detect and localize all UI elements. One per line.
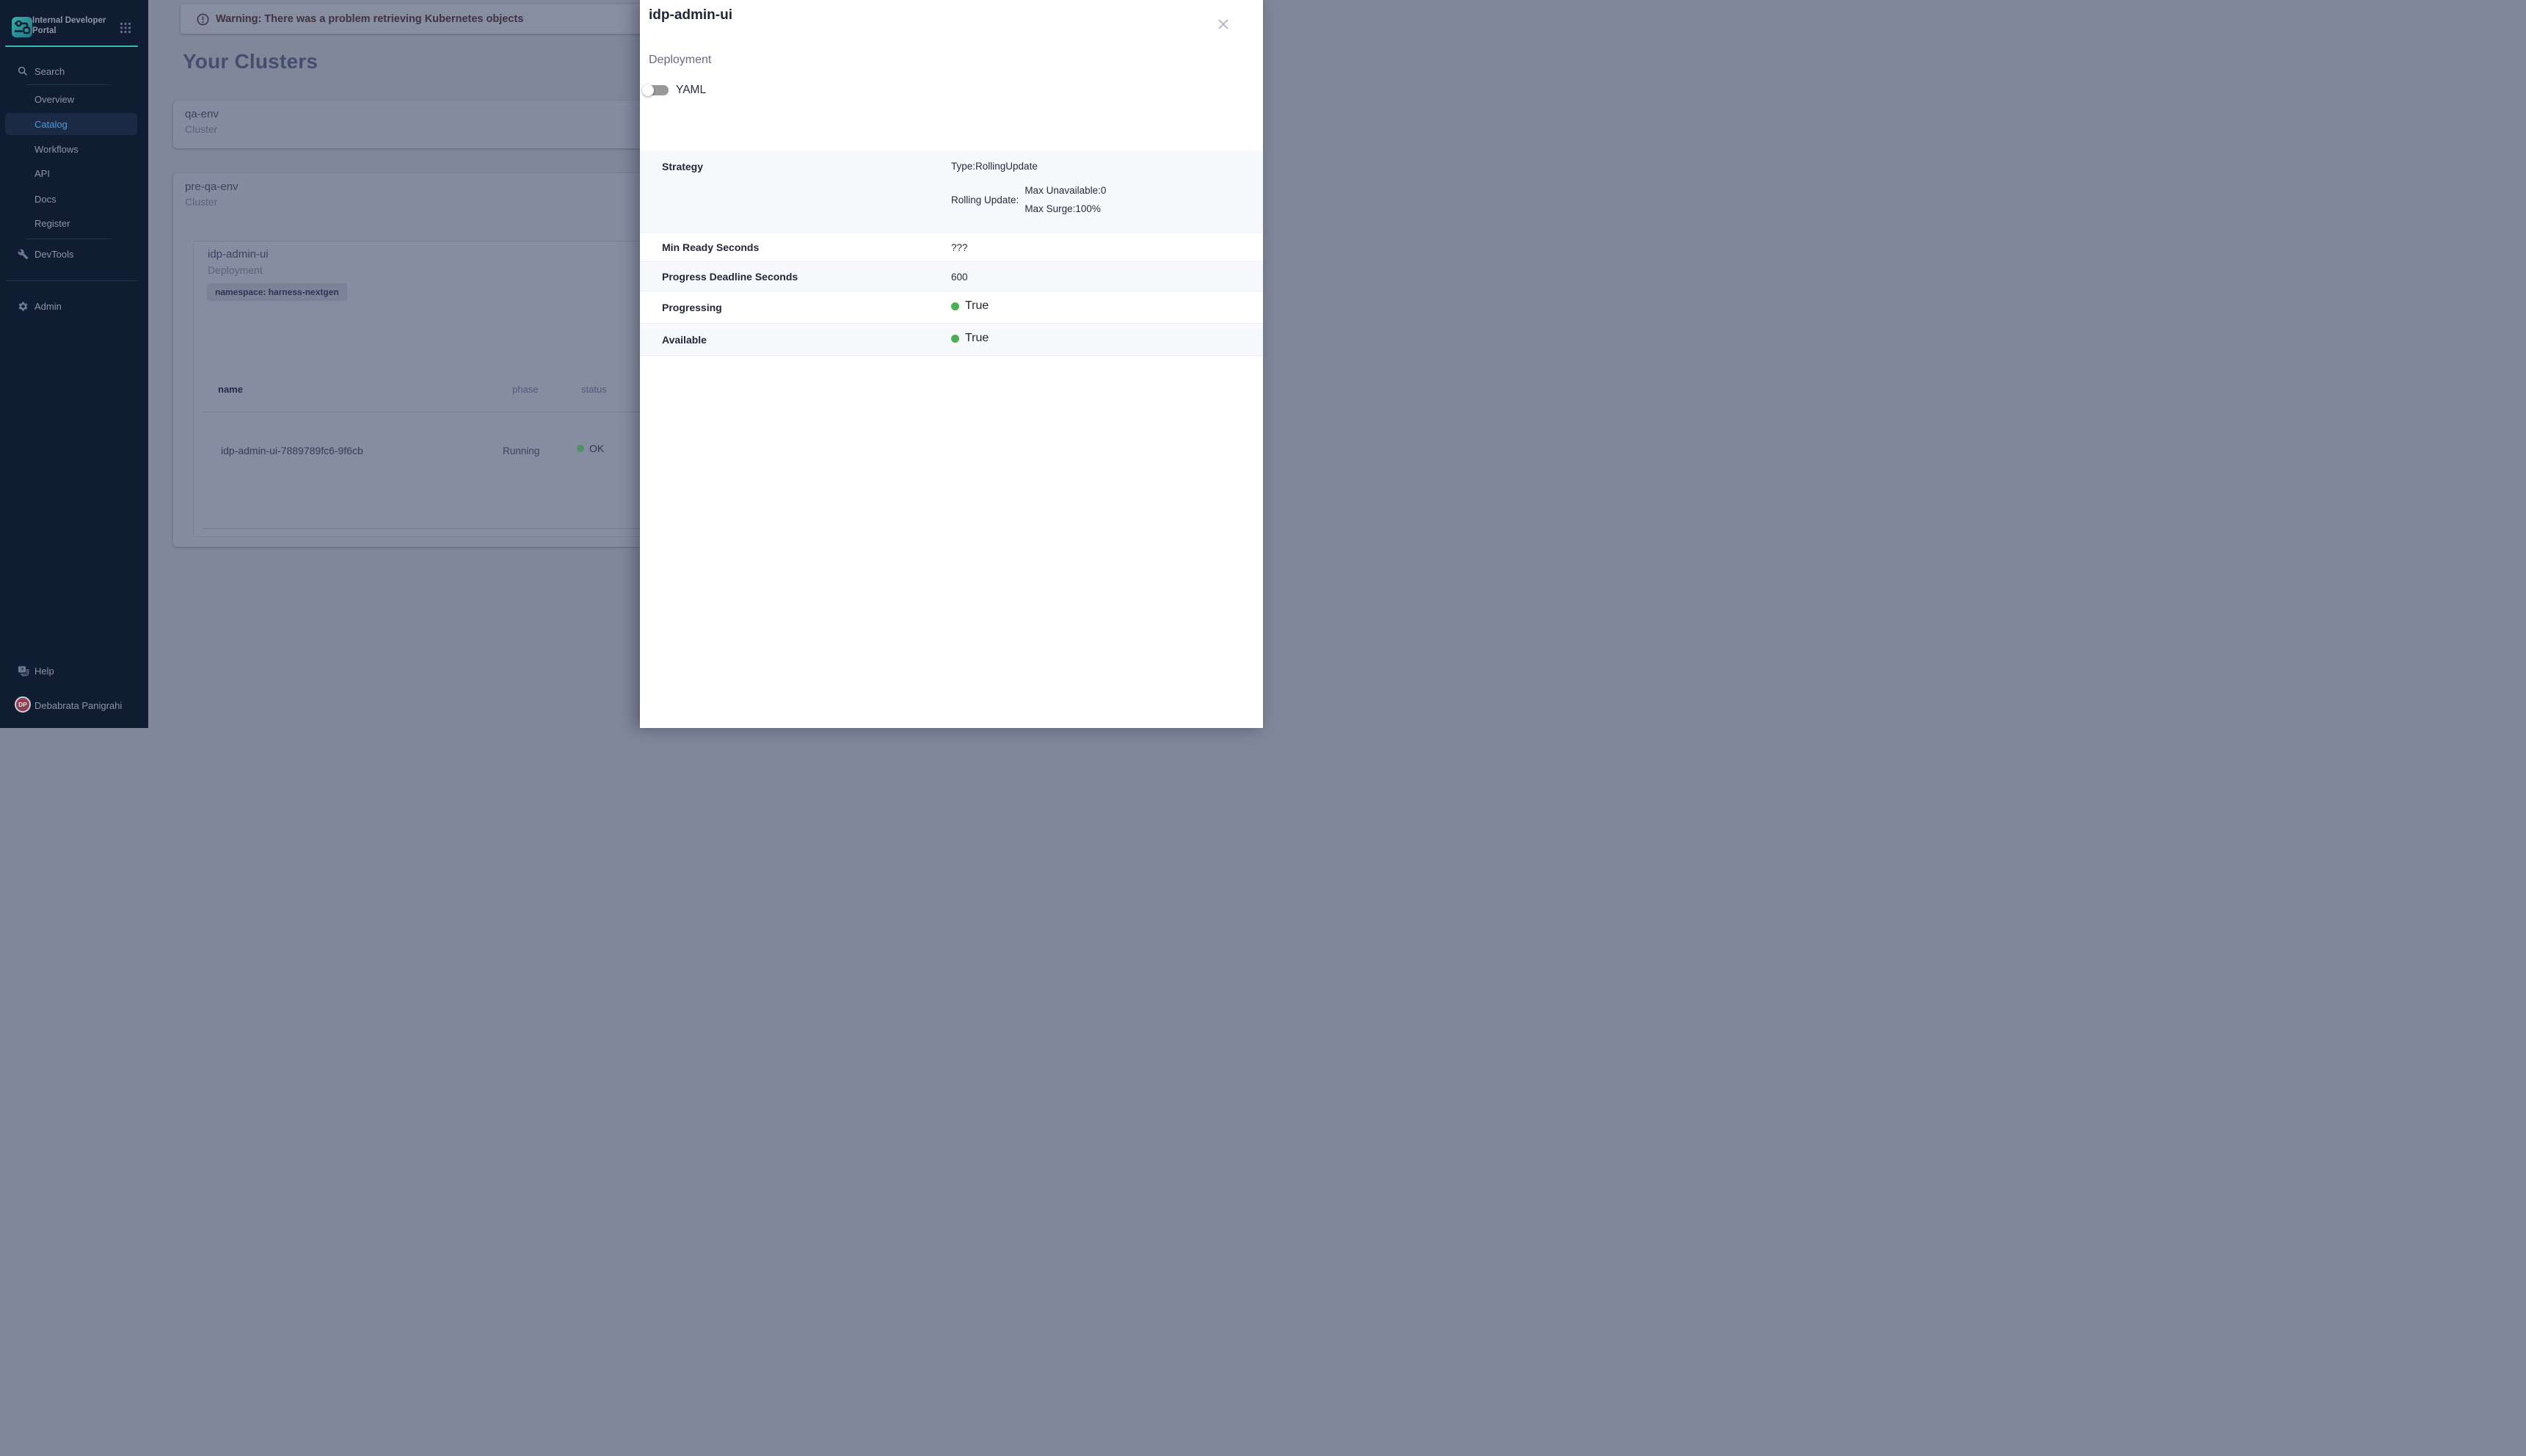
sidebar-divider (26, 84, 111, 85)
detail-value: True (951, 299, 989, 313)
sidebar: Internal Developer Portal Search Overvie… (0, 0, 148, 728)
detail-row-progressing: Progressing True (640, 291, 1263, 324)
brand-title: Internal Developer Portal (32, 15, 113, 36)
drawer-subtitle: Deployment (649, 54, 711, 67)
sidebar-item-label: Admin (34, 301, 62, 312)
workload-name: idp-admin-ui (208, 248, 269, 261)
page-title: Your Clusters (183, 50, 318, 73)
sidebar-item-label: API (34, 168, 50, 179)
cluster-name: qa-env (185, 108, 219, 120)
table-header-status: status (581, 384, 607, 395)
sidebar-item-register[interactable]: Register (0, 212, 148, 234)
sidebar-item-workflows[interactable]: Workflows (0, 138, 148, 160)
detail-label: Strategy (662, 161, 703, 172)
table-header-phase: phase (512, 384, 538, 395)
help-chat-icon: ? (18, 666, 29, 677)
sidebar-item-search[interactable]: Search (0, 60, 148, 82)
yaml-toggle[interactable]: YAML (642, 82, 706, 98)
sidebar-item-label: Help (34, 666, 54, 677)
detail-value: True (951, 332, 989, 345)
detail-value: 600 (951, 272, 968, 283)
status-dot-icon (577, 445, 584, 452)
detail-label: Available (662, 334, 707, 346)
sidebar-item-label: Search (34, 66, 65, 77)
detail-value: ??? (951, 242, 968, 253)
yaml-toggle-label: YAML (676, 84, 706, 97)
sidebar-divider (5, 280, 138, 281)
pod-phase-cell: Running (503, 445, 539, 456)
detail-label: Min Ready Seconds (662, 241, 759, 253)
sidebar-item-overview[interactable]: Overview (0, 88, 148, 110)
sidebar-user[interactable]: DP Debabrata Panigrahi (0, 694, 148, 717)
workload-kind: Deployment (208, 264, 263, 276)
close-icon[interactable] (1217, 18, 1230, 31)
strategy-type: Type:RollingUpdate (951, 161, 1106, 172)
user-name: Debabrata Panigrahi (34, 700, 122, 711)
detail-label: Progressing (662, 302, 722, 313)
table-header-name: name (218, 384, 243, 395)
sidebar-item-label: Workflows (34, 144, 79, 155)
pod-status-cell: OK (577, 443, 604, 454)
namespace-chip: namespace: harness-nextgen (207, 283, 347, 301)
sidebar-item-catalog[interactable]: Catalog (5, 113, 137, 135)
pod-status-text: OK (589, 443, 604, 454)
cluster-name: pre-qa-env (185, 181, 239, 193)
warning-banner-text: Warning: There was a problem retrieving … (216, 13, 523, 25)
status-dot-icon (951, 302, 959, 310)
sidebar-accent-rule (5, 46, 138, 47)
sidebar-item-admin[interactable]: Admin (0, 295, 148, 317)
detail-row-strategy: Strategy Type:RollingUpdate Rolling Upda… (640, 151, 1263, 233)
sidebar-item-help[interactable]: ? Help (0, 660, 148, 682)
toggle-switch-icon (642, 82, 670, 98)
search-icon (18, 66, 28, 76)
max-unavailable-value: Max Unavailable:0 (1024, 181, 1106, 200)
detail-row-min-ready-seconds: Min Ready Seconds ??? (640, 233, 1263, 262)
sidebar-item-api[interactable]: API (0, 162, 148, 184)
max-surge-value: Max Surge:100% (1024, 200, 1106, 218)
pod-name-cell: idp-admin-ui-7889789fc6-9f6cb (221, 445, 363, 456)
gear-icon (18, 301, 29, 312)
svg-text:?: ? (21, 667, 23, 672)
sidebar-item-label: Docs (34, 194, 57, 205)
sidebar-item-label: DevTools (34, 249, 73, 260)
sidebar-item-devtools[interactable]: DevTools (0, 243, 148, 265)
detail-value-text: True (965, 332, 989, 345)
strategy-value: Type:RollingUpdate Rolling Update: Max U… (951, 161, 1106, 218)
sidebar-item-label: Overview (34, 94, 74, 105)
avatar: DP (15, 696, 31, 713)
detail-row-progress-deadline-seconds: Progress Deadline Seconds 600 (640, 262, 1263, 291)
cluster-kind: Cluster (185, 123, 217, 135)
cluster-kind: Cluster (185, 196, 217, 208)
drawer-title: idp-admin-ui (649, 7, 732, 23)
alert-circle-icon (197, 13, 209, 26)
wrench-icon (18, 249, 29, 260)
detail-value-text: True (965, 299, 989, 313)
deployment-details-table: Strategy Type:RollingUpdate Rolling Upda… (640, 151, 1263, 356)
sidebar-item-label: Register (34, 218, 70, 229)
detail-label: Progress Deadline Seconds (662, 271, 798, 283)
sidebar-item-docs[interactable]: Docs (0, 188, 148, 210)
brand-logo-icon (12, 17, 32, 37)
apps-grid-icon[interactable] (120, 22, 131, 37)
status-dot-icon (951, 335, 959, 343)
details-drawer: idp-admin-ui Deployment YAML Strategy Ty… (640, 0, 1263, 728)
detail-row-available: Available True (640, 324, 1263, 356)
rolling-update-label: Rolling Update: (951, 194, 1019, 205)
sidebar-item-label: Catalog (34, 119, 68, 130)
